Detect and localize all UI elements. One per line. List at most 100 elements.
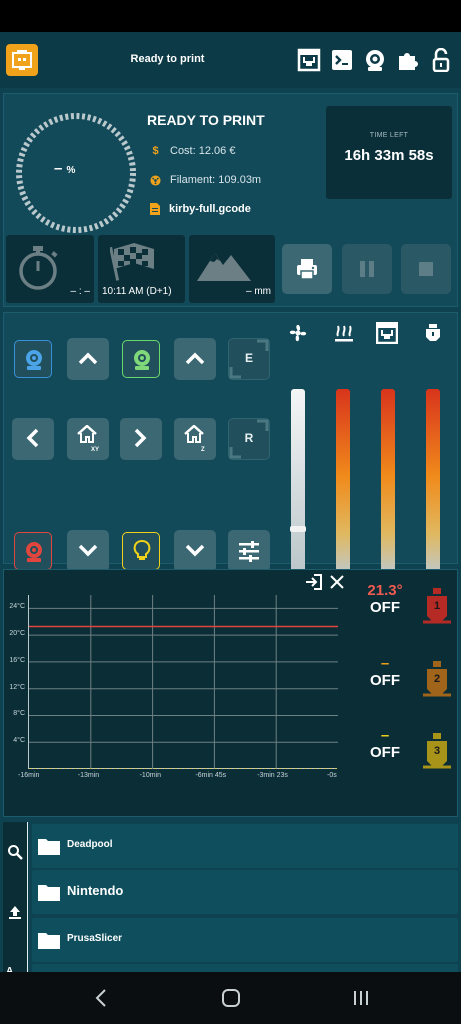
time-left-box: TIME LEFT 16h 33m 58s (326, 106, 452, 199)
stop-icon (419, 262, 433, 276)
heater-1-icon[interactable]: 1 (423, 588, 451, 628)
recents-icon[interactable] (352, 988, 370, 1008)
folder-icon (38, 933, 60, 949)
terminal-icon[interactable] (330, 48, 354, 72)
settings-button[interactable] (228, 530, 270, 572)
move-y-down-button[interactable] (67, 530, 109, 572)
eta-time: 10:11 AM (D+1) (102, 286, 172, 297)
status-bar (0, 0, 461, 32)
close-icon[interactable] (330, 575, 344, 589)
file-name: PrusaSlicer (67, 933, 123, 944)
print-status-panel: – % READY TO PRINT $ Cost: 12.06 € Filame… (3, 93, 458, 307)
tool-temp-slider[interactable] (426, 389, 440, 582)
eta-box: 10:11 AM (D+1) (98, 235, 185, 303)
home-z-button[interactable]: Z (174, 418, 216, 460)
fan-slider-thumb[interactable] (290, 526, 306, 532)
checkered-flag-icon (110, 243, 154, 281)
x-tick-label: -16min (18, 772, 40, 779)
chevron-up-icon (185, 352, 205, 365)
pause-icon (360, 261, 374, 277)
time-left-value: 16h 33m 58s (344, 147, 434, 164)
stopwatch-icon (19, 246, 58, 290)
move-z-up-button[interactable] (174, 338, 216, 380)
printer-dashboard-icon[interactable] (297, 48, 321, 72)
pause-button[interactable] (342, 244, 392, 294)
x-tick-label: -0s (327, 772, 337, 779)
heater-3-label: 3 (433, 745, 441, 757)
octoprint-logo-icon[interactable] (6, 44, 38, 76)
print-button[interactable] (282, 244, 332, 294)
cost-line: $ Cost: 12.06 € (150, 145, 235, 157)
heat-icon (335, 325, 353, 342)
heater-3-icon[interactable]: 3 (423, 733, 451, 773)
header-bar: Ready to print (0, 32, 461, 88)
header-title: Ready to print (130, 53, 205, 65)
chevron-down-icon (78, 544, 98, 557)
file-icon (150, 203, 160, 215)
move-z-down-button[interactable] (174, 530, 216, 572)
y-tick-label: 16°C (9, 656, 25, 664)
heater-1-temp: 21.3° (367, 582, 403, 599)
webcam-blue-button[interactable] (14, 340, 52, 378)
mountain-icon (197, 253, 251, 281)
print-state-title: READY TO PRINT (147, 112, 265, 128)
x-tick-label: -13min (77, 772, 100, 779)
elapsed-box: – : – (6, 235, 94, 303)
x-tick-label: -6min 45s (195, 772, 227, 779)
y-tick-label: 24°C (9, 603, 25, 611)
system-nav-bar (0, 972, 461, 1024)
bed-icon (376, 322, 398, 344)
height-box: – mm (189, 235, 275, 303)
bed-temp-slider[interactable] (381, 389, 395, 582)
heater-2-icon[interactable]: 2 (423, 661, 451, 701)
stop-button[interactable] (401, 244, 451, 294)
y-tick-label: 8°C (13, 710, 25, 718)
search-icon[interactable] (7, 844, 23, 860)
temperature-panel: 24°C 20°C 16°C 12°C 8°C 4°C -16min -13min -10mi… (3, 569, 458, 817)
file-row[interactable]: Nintendo (32, 870, 458, 914)
chevron-right-icon (134, 428, 147, 448)
y-tick-label: 12°C (9, 683, 25, 691)
temperature-plot (28, 595, 338, 769)
move-y-up-button[interactable] (67, 338, 109, 380)
y-tick-label: 4°C (13, 737, 25, 745)
extrude-label: E (244, 351, 253, 365)
file-name: Deadpool (67, 839, 113, 850)
lightbulb-icon (133, 540, 151, 560)
unlock-icon[interactable] (429, 48, 453, 72)
progress-value: – (54, 160, 63, 177)
webcam-red-button[interactable] (14, 532, 52, 570)
file-row[interactable]: PrusaSlicer (32, 918, 458, 962)
retract-button[interactable]: R (228, 418, 270, 460)
fan-slider[interactable] (291, 389, 305, 582)
file-row[interactable]: Deadpool (32, 824, 458, 868)
app-window: Ready to print – % READY TO PRINT $ Cost:… (0, 32, 461, 1008)
x-tick-label: -10min (139, 772, 161, 779)
chevron-up-icon (78, 352, 98, 365)
move-x-right-button[interactable] (120, 418, 162, 460)
chamber-temp-slider[interactable] (336, 389, 350, 582)
light-button[interactable] (122, 532, 160, 570)
file-name: Nintendo (67, 883, 124, 898)
extrude-button[interactable]: E (228, 338, 270, 380)
heater-2-state: OFF (370, 672, 400, 689)
temperature-plot-svg (29, 595, 338, 769)
dollar-icon: $ (152, 145, 159, 157)
home-xy-button[interactable]: XY (67, 418, 109, 460)
move-x-left-button[interactable] (12, 418, 54, 460)
webcam-red-icon (26, 542, 42, 562)
sign-in-icon[interactable] (304, 573, 324, 591)
upload-icon[interactable] (7, 904, 23, 920)
webcam-green-button[interactable] (122, 340, 160, 378)
home-nav-icon[interactable] (221, 988, 241, 1008)
fan-icon (289, 324, 307, 342)
file-line: kirby-full.gcode (150, 203, 251, 215)
chevron-left-icon (26, 428, 39, 448)
back-icon[interactable] (94, 988, 108, 1008)
chevron-down-icon (185, 544, 205, 557)
home-z-label: Z (201, 447, 205, 453)
sliders-icon (239, 541, 259, 562)
plugin-icon[interactable] (396, 48, 420, 72)
webcam-icon[interactable] (363, 48, 387, 72)
home-icon (184, 425, 204, 443)
